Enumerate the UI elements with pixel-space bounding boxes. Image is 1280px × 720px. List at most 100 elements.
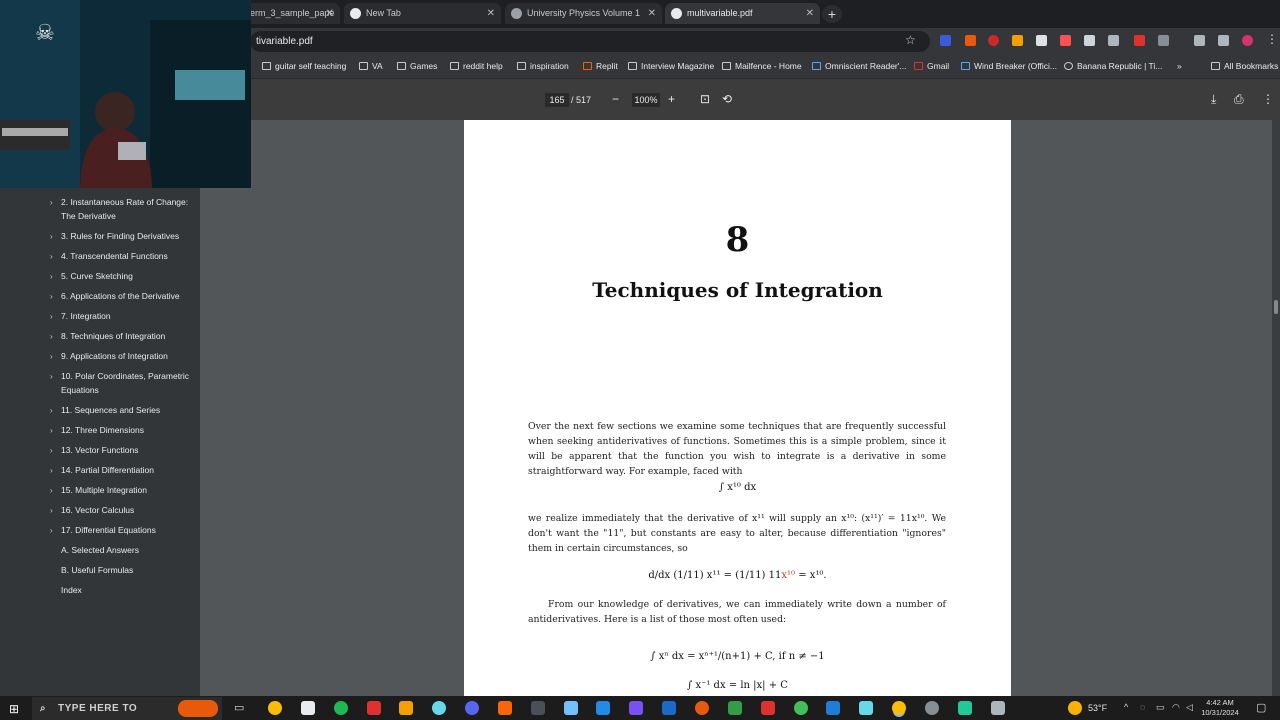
- print-icon[interactable]: ⎙: [1234, 92, 1244, 106]
- fit-page-icon[interactable]: ⊡: [700, 92, 710, 106]
- outline-item[interactable]: › 10. Polar Coordinates, Parametric Equat…: [50, 370, 195, 397]
- bookmark-link[interactable]: Interview Magazine: [628, 57, 714, 75]
- vscode-icon[interactable]: [596, 701, 610, 715]
- app-icon[interactable]: [629, 701, 643, 715]
- chevron-right-icon[interactable]: ›: [50, 196, 53, 210]
- extension-icon[interactable]: [1012, 35, 1023, 46]
- app-icon[interactable]: [794, 701, 808, 715]
- calculator-icon[interactable]: [564, 701, 578, 715]
- volume-icon[interactable]: ◁: [1186, 702, 1193, 713]
- outline-item[interactable]: A. Selected Answers: [50, 544, 195, 558]
- taskbar-search[interactable]: ⌕ TYPE HERE TO: [32, 697, 222, 720]
- chevron-right-icon[interactable]: ›: [50, 250, 53, 264]
- file-explorer-icon[interactable]: [399, 701, 413, 715]
- discord-icon[interactable]: [465, 701, 479, 715]
- spotify-icon[interactable]: [334, 701, 348, 715]
- outline-item[interactable]: B. Useful Formulas: [50, 564, 195, 578]
- zoom-input[interactable]: 100%: [632, 93, 660, 107]
- outline-item[interactable]: › 7. Integration: [50, 310, 195, 324]
- chrome-icon[interactable]: [268, 701, 282, 715]
- chevron-right-icon[interactable]: ›: [50, 270, 53, 284]
- bookmark-link[interactable]: Banana Republic | Ti...: [1064, 57, 1162, 75]
- scrollbar-thumb[interactable]: [1274, 300, 1278, 314]
- app-icon[interactable]: [432, 701, 446, 715]
- app-icon[interactable]: [695, 701, 709, 715]
- chevron-right-icon[interactable]: ›: [50, 444, 53, 458]
- outline-item[interactable]: › 17. Differential Equations: [50, 524, 195, 538]
- chevron-right-icon[interactable]: ›: [50, 290, 53, 304]
- tab-new-tab[interactable]: New Tab ✕: [344, 3, 501, 24]
- extension-icon[interactable]: [1036, 35, 1047, 46]
- outline-item[interactable]: › 3. Rules for Finding Derivatives: [50, 230, 195, 244]
- bookmark-folder[interactable]: guitar self teaching: [262, 57, 346, 75]
- zoom-in-button[interactable]: +: [668, 92, 675, 106]
- bookmark-link[interactable]: Omniscient Reader'...: [812, 57, 906, 75]
- rotate-icon[interactable]: ⟲: [722, 92, 732, 106]
- zoom-out-button[interactable]: −: [612, 92, 619, 106]
- bookmark-folder[interactable]: reddit help: [450, 57, 503, 75]
- bookmarks-overflow-button[interactable]: »: [1177, 57, 1182, 75]
- chevron-right-icon[interactable]: ›: [50, 404, 53, 418]
- chevron-right-icon[interactable]: ›: [50, 424, 53, 438]
- scrollbar[interactable]: [1272, 120, 1280, 696]
- outline-item[interactable]: › 9. Applications of Integration: [50, 350, 195, 364]
- tab-university-physics[interactable]: University Physics Volume 1 ✕: [505, 3, 662, 24]
- bookmark-link[interactable]: Replit: [583, 57, 618, 75]
- task-view-icon[interactable]: ▭: [234, 701, 244, 714]
- outline-item[interactable]: › 4. Transcendental Functions: [50, 250, 195, 264]
- network-icon[interactable]: ▭: [1156, 702, 1165, 713]
- outline-item[interactable]: › 14. Partial Differentiation: [50, 464, 195, 478]
- tray-icon[interactable]: ◌: [1140, 702, 1145, 712]
- extension-icon[interactable]: [1084, 35, 1095, 46]
- outline-item[interactable]: › 15. Multiple Integration: [50, 484, 195, 498]
- chevron-right-icon[interactable]: ›: [50, 524, 53, 538]
- outline-item[interactable]: › 11. Sequences and Series: [50, 404, 195, 418]
- minecraft-icon[interactable]: [728, 701, 742, 715]
- chevron-right-icon[interactable]: ›: [50, 310, 53, 324]
- bookmark-link[interactable]: Gmail: [914, 57, 949, 75]
- chevron-right-icon[interactable]: ›: [50, 370, 53, 384]
- tray-chevron-icon[interactable]: ^: [1124, 702, 1128, 712]
- extensions-puzzle-icon[interactable]: [1158, 35, 1169, 46]
- chevron-right-icon[interactable]: ›: [50, 464, 53, 478]
- extension-icon[interactable]: [940, 35, 951, 46]
- extension-icon[interactable]: [965, 35, 976, 46]
- close-tab-icon[interactable]: ✕: [326, 3, 334, 24]
- outline-item[interactable]: › 2. Instantaneous Rate of Change: The De…: [50, 196, 195, 223]
- outline-item[interactable]: › 6. Applications of the Derivative: [50, 290, 195, 304]
- bookmark-folder[interactable]: Games: [397, 57, 437, 75]
- profile-avatar[interactable]: [1242, 35, 1253, 46]
- extension-icon[interactable]: [1134, 35, 1145, 46]
- all-bookmarks-button[interactable]: All Bookmarks: [1211, 57, 1278, 75]
- app-icon[interactable]: [859, 701, 873, 715]
- app-icon[interactable]: [991, 701, 1005, 715]
- bookmark-folder[interactable]: inspiration: [517, 57, 569, 75]
- windows-start-icon[interactable]: ⊞: [9, 702, 19, 716]
- extension-icon[interactable]: [1218, 35, 1229, 46]
- extension-icon[interactable]: [988, 35, 999, 46]
- notification-icon[interactable]: ▢: [1256, 701, 1266, 714]
- bookmark-link[interactable]: Wind Breaker (Offici...: [961, 57, 1057, 75]
- chevron-right-icon[interactable]: ›: [50, 330, 53, 344]
- word-icon[interactable]: [826, 701, 840, 715]
- extension-icon[interactable]: [1060, 35, 1071, 46]
- close-tab-icon[interactable]: ✕: [487, 3, 495, 24]
- chevron-right-icon[interactable]: ›: [50, 230, 53, 244]
- extension-icon[interactable]: [1194, 35, 1205, 46]
- new-tab-button[interactable]: +: [822, 5, 842, 23]
- outline-item[interactable]: Index: [50, 584, 195, 598]
- clock[interactable]: 4:42 AM 10/31/2024: [1196, 698, 1244, 718]
- extension-icon[interactable]: [1108, 35, 1119, 46]
- bookmark-folder[interactable]: VA: [359, 57, 383, 75]
- outline-item[interactable]: › 8. Techniques of Integration: [50, 330, 195, 344]
- app-icon[interactable]: [925, 701, 939, 715]
- bookmark-link[interactable]: Mailfence - Home: [722, 57, 802, 75]
- download-icon[interactable]: ⤓: [1211, 92, 1216, 106]
- app-icon[interactable]: [761, 701, 775, 715]
- wifi-icon[interactable]: ◠: [1172, 702, 1180, 713]
- outline-item[interactable]: › 5. Curve Sketching: [50, 270, 195, 284]
- page-number-input[interactable]: 165: [545, 93, 569, 107]
- close-tab-icon[interactable]: ✕: [648, 3, 656, 24]
- app-icon[interactable]: [498, 701, 512, 715]
- address-bar[interactable]: tivariable.pdf: [250, 31, 930, 52]
